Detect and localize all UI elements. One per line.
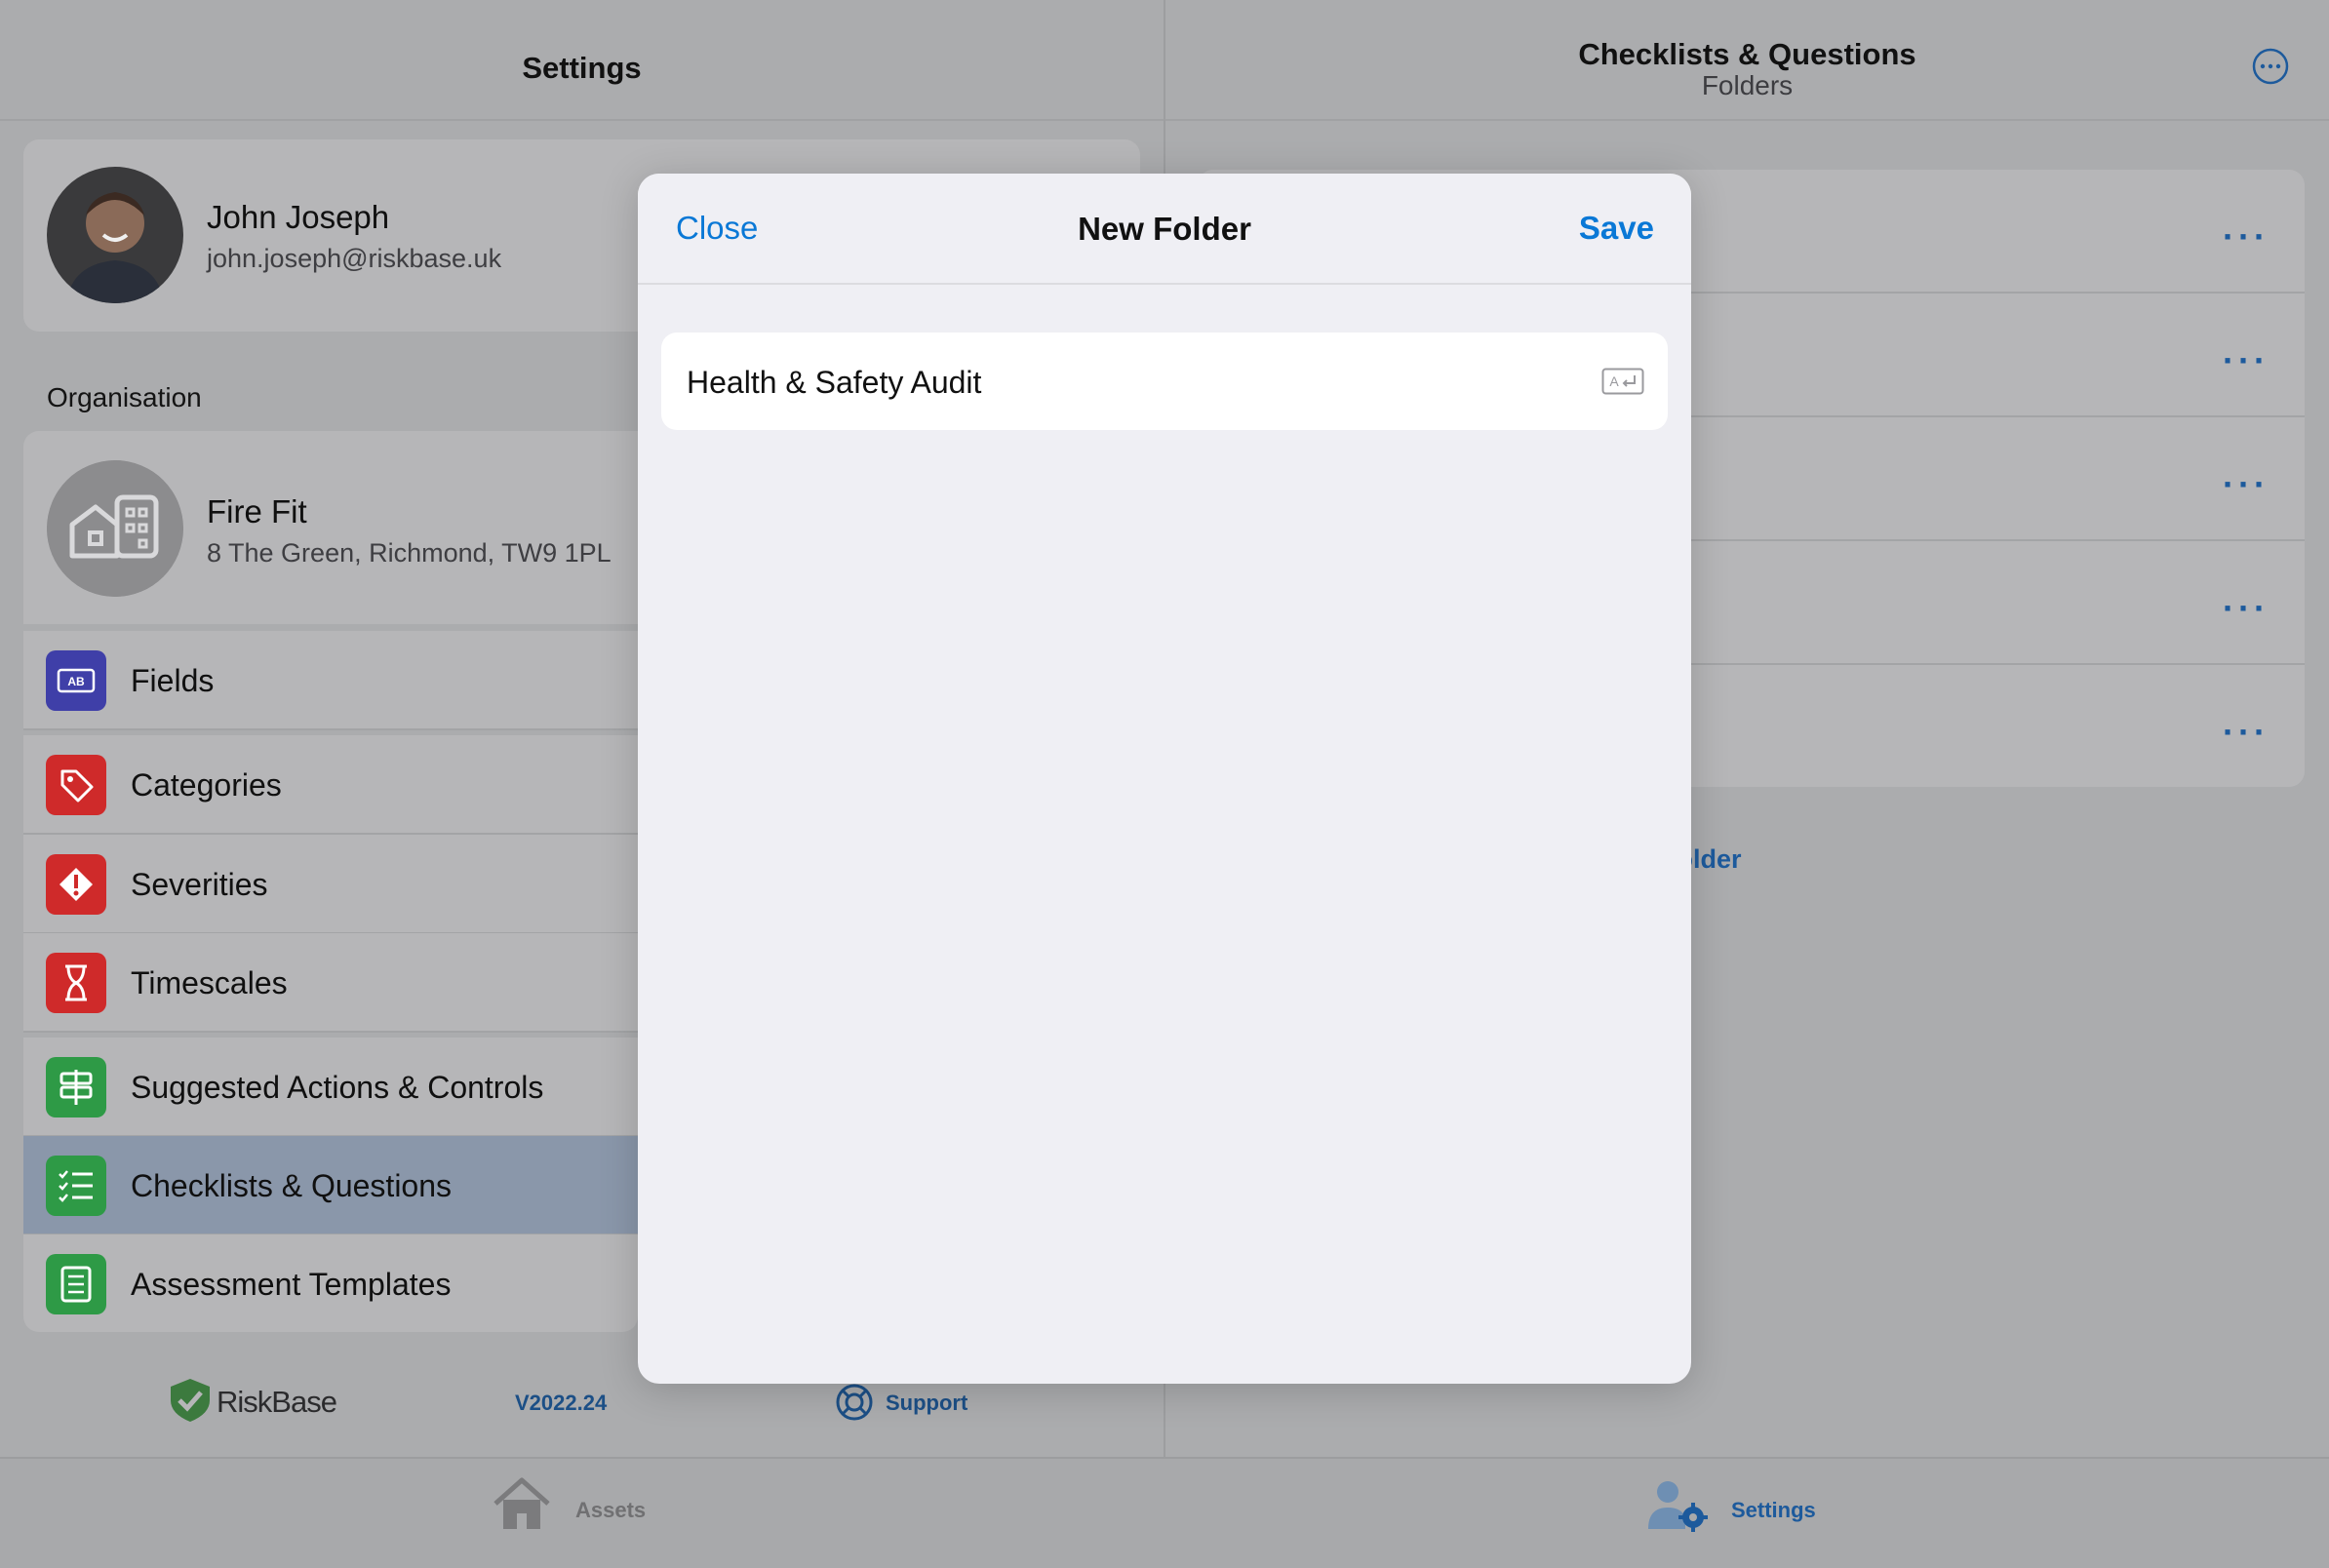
header-divider xyxy=(0,119,1164,121)
avatar xyxy=(47,167,183,303)
menu-item-label: Checklists & Questions xyxy=(131,1168,453,1203)
menu-item-assessment-templates[interactable]: Assessment Templates xyxy=(23,1235,638,1332)
support-link[interactable]: Support xyxy=(886,1391,967,1416)
tab-settings[interactable]: Settings xyxy=(1731,1498,1816,1523)
signpost-icon xyxy=(46,1057,106,1117)
profile-name: John Joseph xyxy=(207,199,390,235)
house-icon[interactable] xyxy=(492,1476,552,1538)
menu-item-fields[interactable]: AB Fields xyxy=(23,631,638,730)
menu-item-timescales[interactable]: Timescales xyxy=(23,933,638,1033)
menu-item-checklists[interactable]: Checklists & Questions xyxy=(23,1136,638,1235)
row-more-icon[interactable]: ··· xyxy=(2223,464,2270,505)
checklists-title: Checklists & Questions xyxy=(1578,37,1916,71)
organisation-address: 8 The Green, Richmond, TW9 1PL xyxy=(207,538,612,568)
tag-icon xyxy=(46,755,106,815)
modal-header: Close New Folder Save xyxy=(638,174,1691,285)
lifebuoy-icon xyxy=(835,1383,874,1427)
row-more-icon[interactable]: ··· xyxy=(2223,712,2270,753)
svg-text:AB: AB xyxy=(67,675,85,688)
menu-item-label: Timescales xyxy=(131,965,288,1000)
checklists-subtitle: Folders xyxy=(1701,70,1794,100)
new-folder-modal: Close New Folder Save A xyxy=(638,174,1691,1384)
checklist-icon xyxy=(46,1156,106,1216)
row-more-icon[interactable]: ··· xyxy=(2223,588,2270,629)
header-divider xyxy=(1165,119,2329,121)
brand-name: RiskBase xyxy=(217,1385,337,1419)
save-button[interactable]: Save xyxy=(1579,210,1654,247)
folder-name-input[interactable] xyxy=(685,333,1566,432)
keyboard-return-icon: A xyxy=(1601,368,1644,400)
organisation-name: Fire Fit xyxy=(207,493,307,529)
row-more-icon[interactable]: ··· xyxy=(2223,340,2270,381)
svg-text:A: A xyxy=(1609,373,1619,389)
menu-item-categories[interactable]: Categories xyxy=(23,735,638,835)
menu-item-label: Categories xyxy=(131,767,282,803)
settings-title: Settings xyxy=(522,51,642,85)
folder-name-field[interactable]: A xyxy=(661,333,1668,432)
more-options-icon[interactable] xyxy=(2251,47,2290,91)
tab-assets[interactable]: Assets xyxy=(575,1498,646,1523)
user-gear-icon[interactable] xyxy=(1646,1478,1711,1538)
menu-item-label: Severities xyxy=(131,867,268,902)
menu-item-suggested-actions[interactable]: Suggested Actions & Controls xyxy=(23,1038,638,1137)
tab-bar: Assets Settings xyxy=(0,1457,2329,1568)
ab-field-icon: AB xyxy=(46,650,106,711)
menu-item-severities[interactable]: Severities xyxy=(23,835,638,934)
building-icon xyxy=(47,460,183,597)
hourglass-icon xyxy=(46,953,106,1013)
riskbase-logo xyxy=(168,1377,213,1429)
modal-title: New Folder xyxy=(1078,211,1251,247)
menu-item-label: Assessment Templates xyxy=(131,1267,452,1302)
row-more-icon[interactable]: ··· xyxy=(2223,216,2270,257)
organisation-header: Organisation xyxy=(47,382,202,412)
menu-item-label: Suggested Actions & Controls xyxy=(131,1070,544,1105)
warning-diamond-icon xyxy=(46,854,106,915)
template-list-icon xyxy=(46,1254,106,1314)
version-label: V2022.24 xyxy=(515,1391,608,1415)
menu-item-label: Fields xyxy=(131,663,215,698)
profile-email: john.joseph@riskbase.uk xyxy=(207,244,502,273)
